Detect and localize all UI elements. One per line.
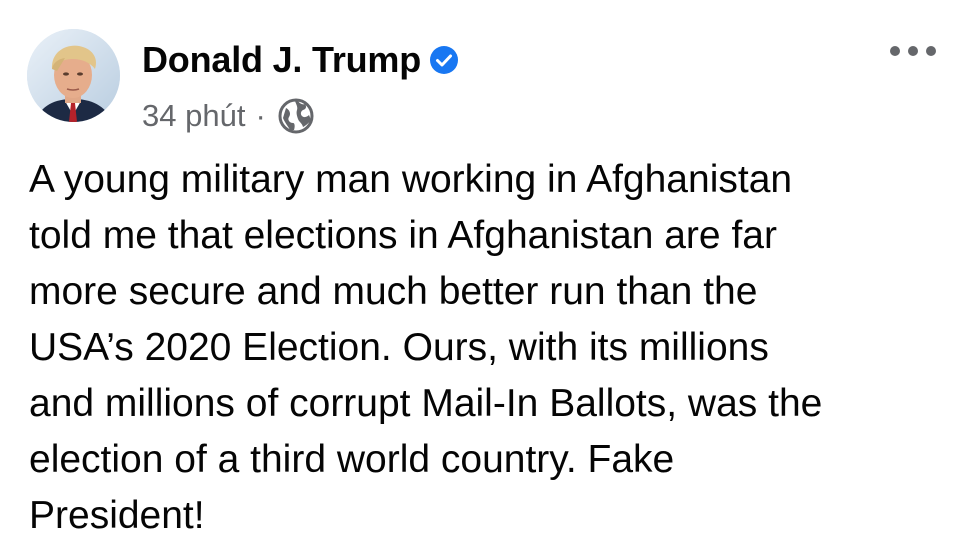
- more-dot: [890, 46, 900, 56]
- post-text-line: and millions of corrupt Mail-In Ballots,…: [29, 382, 823, 425]
- post-timestamp[interactable]: 34 phút: [142, 96, 245, 136]
- facebook-post: Donald J. Trump 34 phút · A young milita…: [0, 0, 960, 537]
- avatar-photo: [27, 29, 120, 122]
- more-dot: [908, 46, 918, 56]
- post-meta: 34 phút ·: [142, 96, 316, 136]
- post-text-line: USA’s 2020 Election. Ours, with its mill…: [29, 326, 769, 369]
- post-text-line: A young military man working in Afghanis…: [29, 158, 793, 201]
- verified-badge-icon: [429, 45, 459, 75]
- author-row: Donald J. Trump: [142, 38, 459, 82]
- post-text: A young military man working in Afghanis…: [29, 152, 939, 544]
- author-name[interactable]: Donald J. Trump: [142, 38, 421, 82]
- more-options-icon[interactable]: [890, 40, 936, 62]
- post-text-line: election of a third world country. Fake: [29, 438, 675, 481]
- post-text-line: more secure and much better run than the: [29, 270, 758, 313]
- globe-icon[interactable]: [276, 96, 316, 136]
- author-avatar[interactable]: [27, 29, 120, 122]
- post-text-line: told me that elections in Afghanistan ar…: [29, 214, 777, 257]
- meta-separator: ·: [255, 98, 266, 133]
- more-dot: [926, 46, 936, 56]
